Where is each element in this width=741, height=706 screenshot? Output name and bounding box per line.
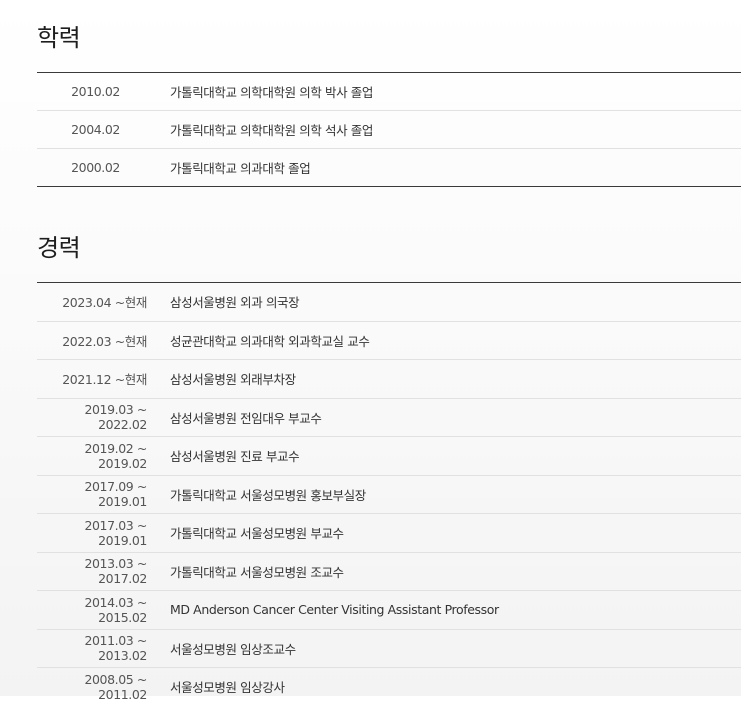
career-desc: 가톨릭대학교 서울성모병원 부교수 [170,526,344,542]
career-period: 2021.12 ~현재 [62,372,147,388]
education-list: 2010.02 가톨릭대학교 의학대학원 의학 박사 졸업 2004.02 가톨… [37,72,741,187]
career-period: 2023.04 ~현재 [62,295,147,311]
career-desc: 삼성서울병원 외과 의국장 [170,295,300,311]
career-period: 2022.03 ~현재 [62,333,147,349]
career-row: 2017.03 ~ 2019.01 가톨릭대학교 서울성모병원 부교수 [37,514,741,553]
career-period: 2019.03 ~ 2022.02 [84,402,147,433]
education-row: 2010.02 가톨릭대학교 의학대학원 의학 박사 졸업 [37,73,741,111]
career-desc: MD Anderson Cancer Center Visiting Assis… [170,602,499,618]
profile-history: 학력 2010.02 가톨릭대학교 의학대학원 의학 박사 졸업 2004.02… [37,0,741,706]
career-desc: 가톨릭대학교 서울성모병원 홍보부실장 [170,487,366,503]
education-period: 2000.02 [71,160,120,175]
education-title: 학력 [37,24,81,52]
career-desc: 가톨릭대학교 서울성모병원 조교수 [170,564,344,580]
education-desc: 가톨릭대학교 의학대학원 의학 박사 졸업 [170,85,373,100]
education-row: 2000.02 가톨릭대학교 의과대학 졸업 [37,149,741,186]
education-period: 2010.02 [71,84,120,99]
career-period: 2013.03 ~ 2017.02 [84,556,147,587]
career-period: 2019.02 ~ 2019.02 [84,440,147,471]
career-row: 2017.09 ~ 2019.01 가톨릭대학교 서울성모병원 홍보부실장 [37,476,741,514]
career-desc: 성균관대학교 의과대학 외과학교실 교수 [170,333,370,349]
career-row: 2021.12 ~현재 삼성서울병원 외래부차장 [37,360,741,399]
career-row: 2022.03 ~현재 성균관대학교 의과대학 외과학교실 교수 [37,322,741,360]
career-period: 2008.05 ~ 2011.02 [84,671,147,702]
career-row: 2013.03 ~ 2017.02 가톨릭대학교 서울성모병원 조교수 [37,553,741,591]
career-period: 2017.09 ~ 2019.01 [84,479,147,510]
career-section: 경력 2023.04 ~현재 삼성서울병원 외과 의국장 2022.03 ~현재… [37,233,741,706]
education-row: 2004.02 가톨릭대학교 의학대학원 의학 석사 졸업 [37,111,741,149]
career-row: 2014.03 ~ 2015.02 MD Anderson Cancer Cen… [37,591,741,630]
career-row: 2023.04 ~현재 삼성서울병원 외과 의국장 [37,283,741,322]
education-desc: 가톨릭대학교 의학대학원 의학 석사 졸업 [170,123,373,138]
education-section: 학력 2010.02 가톨릭대학교 의학대학원 의학 박사 졸업 2004.02… [37,23,741,187]
career-list: 2023.04 ~현재 삼성서울병원 외과 의국장 2022.03 ~현재 성균… [37,282,741,706]
career-row: 2011.03 ~ 2013.02 서울성모병원 임상조교수 [37,630,741,668]
education-period: 2004.02 [71,122,120,137]
career-row: 2019.02 ~ 2019.02 삼성서울병원 진료 부교수 [37,437,741,476]
career-row: 2019.03 ~ 2022.02 삼성서울병원 전임대우 부교수 [37,399,741,437]
career-desc: 서울성모병원 임상조교수 [170,641,296,657]
career-title: 경력 [37,234,81,262]
career-desc: 삼성서울병원 진료 부교수 [170,449,300,465]
career-row: 2008.05 ~ 2011.02 서울성모병원 임상강사 [37,668,741,706]
career-period: 2014.03 ~ 2015.02 [84,594,147,625]
career-desc: 서울성모병원 임상강사 [170,680,285,696]
career-period: 2011.03 ~ 2013.02 [84,633,147,664]
career-period: 2017.03 ~ 2019.01 [84,517,147,548]
career-desc: 삼성서울병원 전임대우 부교수 [170,410,322,426]
career-desc: 삼성서울병원 외래부차장 [170,372,296,388]
education-desc: 가톨릭대학교 의과대학 졸업 [170,161,311,176]
